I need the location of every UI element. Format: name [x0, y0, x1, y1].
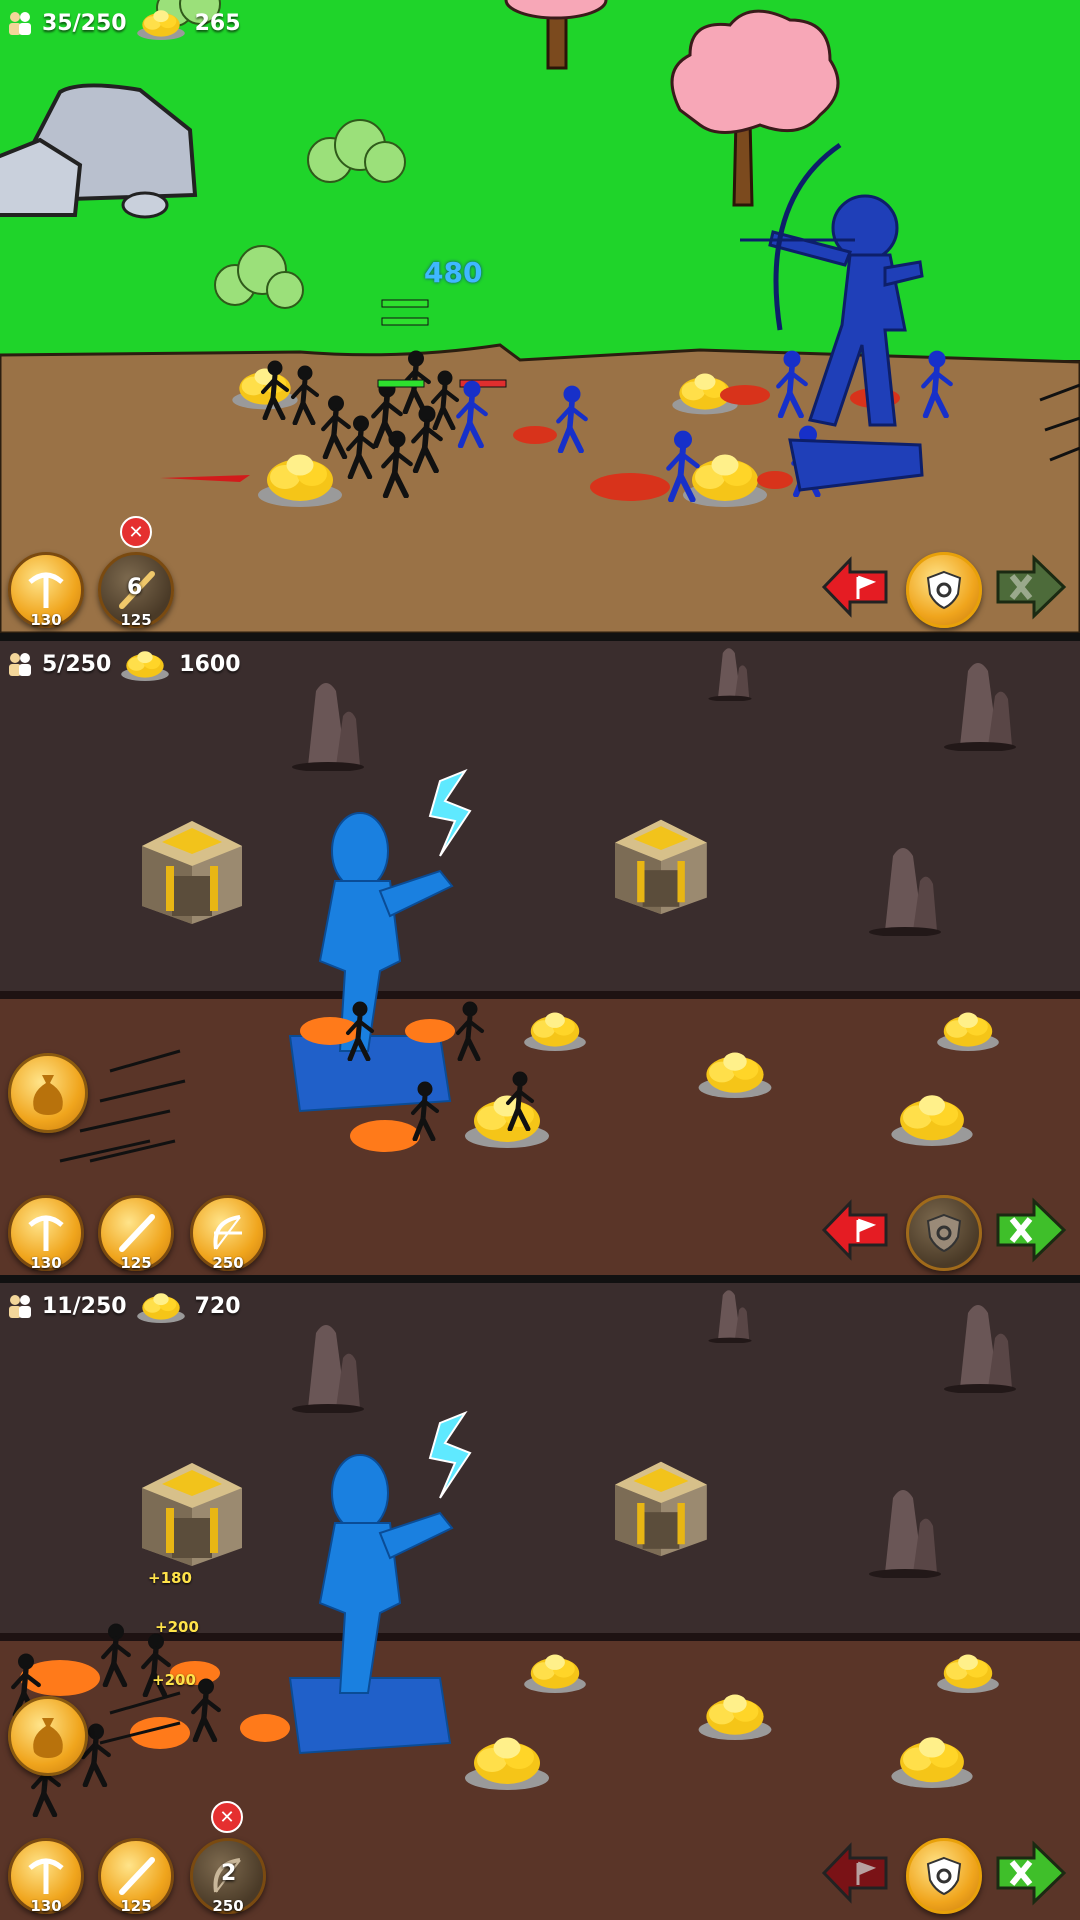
- gold-count: 1600: [179, 651, 241, 677]
- garrison-button[interactable]: [994, 1195, 1068, 1265]
- close-icon: ✕: [128, 521, 144, 543]
- gold-popup: +180: [148, 1569, 192, 1587]
- miner-unit-button[interactable]: 130: [8, 552, 84, 629]
- defend-button[interactable]: [906, 552, 982, 628]
- unit-cost: 250: [212, 1897, 244, 1915]
- pickaxe-icon: [28, 1215, 64, 1251]
- miner-unit-button[interactable]: 130: [8, 1195, 84, 1272]
- attack-flag-button[interactable]: [820, 1195, 890, 1265]
- defend-button[interactable]: [906, 1838, 982, 1914]
- queue-count: 6: [127, 575, 143, 600]
- close-icon: ✕: [219, 1806, 235, 1828]
- gold-popup: +200: [155, 1618, 199, 1636]
- gold-pile-icon: [119, 647, 171, 681]
- swordwrath-unit-button[interactable]: 125: [98, 1838, 174, 1915]
- population-count: 5/250: [42, 651, 112, 677]
- shield-icon: [926, 1856, 962, 1896]
- gold-sack-button[interactable]: [8, 1696, 88, 1776]
- cancel-queue-button[interactable]: ✕: [211, 1801, 243, 1833]
- attack-flag-button[interactable]: [820, 1838, 890, 1908]
- unit-cost: 125: [120, 1254, 152, 1272]
- population-icon: [9, 1295, 31, 1318]
- population-icon: [9, 653, 31, 676]
- population-icon: [9, 12, 31, 35]
- unit-cost: 130: [30, 1254, 62, 1272]
- pickaxe-icon: [28, 1858, 64, 1894]
- gold-count: 265: [194, 10, 241, 36]
- shield-icon: [926, 1213, 962, 1253]
- population-count: 35/250: [42, 10, 127, 36]
- battle-panel-3: +180 +200 +200 11/250 720 130 125 ✕ 2 25…: [0, 1283, 1080, 1920]
- sword-icon: [119, 1857, 155, 1895]
- queue-count: 2: [221, 1861, 237, 1886]
- shield-icon: [926, 570, 962, 610]
- unit-cost: 250: [212, 1254, 244, 1272]
- garrison-button[interactable]: [994, 1838, 1068, 1908]
- swordwrath-unit-button[interactable]: 6 125: [98, 552, 174, 629]
- population-count: 11/250: [42, 1293, 127, 1319]
- battle-panel-1: 480 35/250 265 130 ✕ 6 125: [0, 0, 1080, 633]
- unit-cost: 130: [30, 1897, 62, 1915]
- garrison-button[interactable]: [994, 552, 1068, 622]
- gold-pile-icon: [135, 6, 187, 40]
- bow-icon: [213, 1215, 242, 1250]
- gold-sack-icon: [33, 1718, 63, 1758]
- unit-cost: 125: [120, 611, 152, 629]
- cave-scene: [0, 1283, 1080, 1920]
- pickaxe-icon: [28, 572, 64, 608]
- gold-popup: +200: [152, 1671, 196, 1689]
- defend-button[interactable]: [906, 1195, 982, 1271]
- battlefield-scene: [0, 0, 1080, 633]
- panel-divider: [0, 633, 1080, 641]
- attack-flag-button[interactable]: [820, 552, 890, 622]
- resource-bar: 35/250 265: [6, 6, 241, 40]
- gold-count: 720: [194, 1293, 241, 1319]
- panel-divider: [0, 1275, 1080, 1283]
- gold-sack-icon: [33, 1075, 63, 1115]
- cave-wall: [0, 641, 1080, 996]
- damage-popup: 480: [424, 256, 483, 289]
- unit-cost: 130: [30, 611, 62, 629]
- resource-bar: 11/250 720: [6, 1289, 241, 1323]
- health-bar: [381, 299, 429, 308]
- unit-cost: 125: [120, 1897, 152, 1915]
- cave-scene: [0, 641, 1080, 1275]
- archidon-unit-button[interactable]: 250: [190, 1195, 266, 1272]
- swordwrath-unit-button[interactable]: 125: [98, 1195, 174, 1272]
- battle-panel-2: 5/250 1600 130 125 250: [0, 641, 1080, 1275]
- gold-pile-icon: [135, 1289, 187, 1323]
- archidon-unit-button[interactable]: 2 250: [190, 1838, 266, 1915]
- cancel-queue-button[interactable]: ✕: [120, 516, 152, 548]
- resource-bar: 5/250 1600: [6, 647, 241, 681]
- miner-unit-button[interactable]: 130: [8, 1838, 84, 1915]
- sword-icon: [119, 1214, 155, 1252]
- gold-sack-button[interactable]: [8, 1053, 88, 1133]
